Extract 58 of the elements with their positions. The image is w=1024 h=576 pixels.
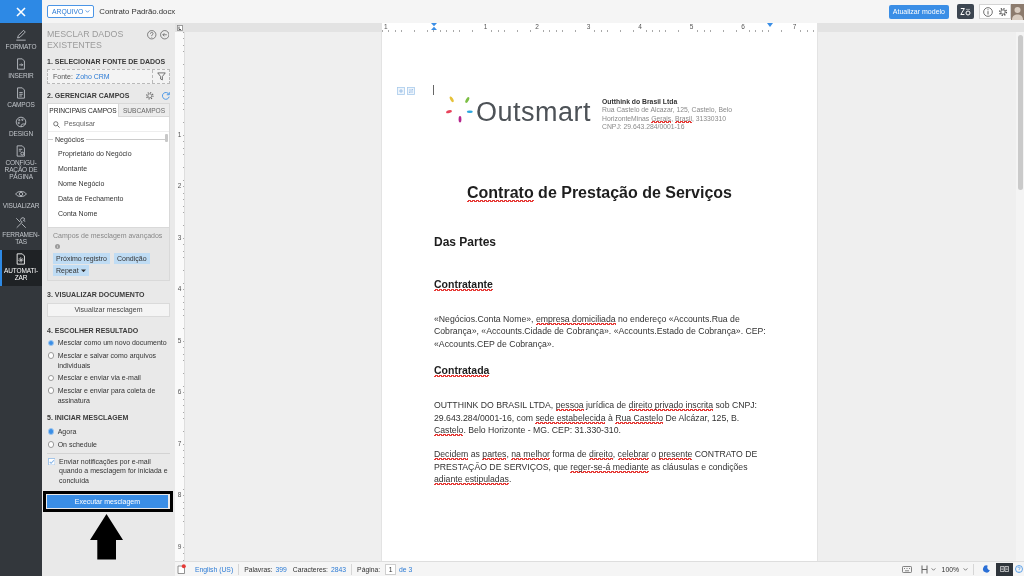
scrollbar-thumb[interactable] bbox=[165, 134, 168, 143]
radio-icon[interactable] bbox=[47, 441, 55, 448]
caret-icon bbox=[85, 10, 91, 13]
paragraph: OUTTHINK DO BRASIL LTDA, pessoa jurídica de direito privado inscrita sob CNPJ: 29.643.284/0001-16, com sede estabelecida à Rua Castelo De Alcázar, 125, B. Castelo. Belo Horizonte - MG. CEP: 31.330-310. bbox=[434, 399, 758, 437]
panel-title: MESCLAR DADOS EXISTENTES bbox=[47, 29, 125, 52]
pen-icon bbox=[15, 29, 27, 41]
logo-icon bbox=[446, 95, 473, 123]
reading-mode-button[interactable] bbox=[996, 562, 1013, 576]
tab-stop-icon[interactable] bbox=[177, 24, 183, 31]
logo-text: Outsmart bbox=[476, 97, 592, 126]
fit-width-button[interactable] bbox=[920, 564, 936, 574]
scrollbar-thumb[interactable] bbox=[1017, 35, 1023, 190]
fit-width-icon bbox=[920, 564, 928, 574]
search-icon bbox=[53, 120, 60, 128]
info-icon[interactable] bbox=[982, 6, 993, 17]
avatar-icon[interactable] bbox=[1011, 3, 1024, 20]
zigzag-circle-icon bbox=[960, 7, 971, 16]
paragraph: Decidem as partes, na melhor forma de direito, celebrar o presente CONTRATO DE PRESTAÇÃO DE SERVIÇOS, que reger-se-á mediante as cláusulas e condições adiante estipuladas. bbox=[434, 448, 759, 486]
paragraph: «Negócios.Conta Nome», empresa domiciliada no endereço «Accounts.Rua de Cobrança», «Accounts.Cidade de Cobrança». «Accounts.Estado de Cobrança». CEP: «Accounts.CEP de Cobrança». bbox=[434, 312, 767, 351]
document-alert-icon[interactable] bbox=[177, 564, 186, 574]
document-heading: Contrato de Prestação de Serviços bbox=[466, 183, 733, 203]
radio-icon[interactable] bbox=[47, 374, 55, 382]
info-icon[interactable] bbox=[55, 243, 60, 249]
caret-icon bbox=[930, 567, 936, 571]
checkbox-icon[interactable] bbox=[47, 457, 55, 466]
document-gear-icon bbox=[15, 253, 27, 265]
document-lines-icon bbox=[15, 87, 27, 99]
back-icon[interactable] bbox=[159, 30, 169, 40]
symbol-button[interactable] bbox=[957, 4, 974, 19]
settings-icon[interactable] bbox=[145, 91, 155, 101]
document-arrow-icon bbox=[15, 58, 27, 70]
text-cursor bbox=[433, 85, 434, 95]
add-box-icon[interactable] bbox=[397, 87, 405, 95]
radio-icon[interactable] bbox=[47, 352, 55, 360]
close-icon bbox=[16, 6, 26, 17]
book-icon bbox=[1000, 565, 1009, 573]
radio-icon[interactable] bbox=[47, 339, 55, 347]
help-icon[interactable] bbox=[1015, 565, 1023, 573]
caret-icon bbox=[963, 567, 968, 571]
swap-box-icon[interactable] bbox=[407, 87, 415, 95]
filter-icon[interactable] bbox=[156, 71, 166, 81]
eye-icon bbox=[15, 188, 27, 200]
document-settings-icon bbox=[15, 145, 27, 157]
radio-icon[interactable] bbox=[47, 428, 55, 435]
subsection-heading: Contratante bbox=[434, 277, 494, 291]
close-button[interactable] bbox=[0, 0, 42, 23]
moon-icon bbox=[982, 565, 991, 573]
settings-icon[interactable] bbox=[997, 6, 1008, 17]
refresh-icon[interactable] bbox=[160, 91, 170, 101]
section-heading: Das Partes bbox=[434, 234, 498, 250]
radio-icon[interactable] bbox=[47, 387, 55, 395]
palette-icon bbox=[15, 116, 27, 128]
up-arrow-icon bbox=[90, 514, 123, 560]
tools-icon bbox=[15, 217, 27, 229]
keyboard-icon[interactable] bbox=[901, 565, 912, 573]
subsection-heading: Contratada bbox=[434, 364, 491, 378]
indent-marker-icon[interactable] bbox=[431, 23, 437, 30]
help-icon[interactable] bbox=[147, 30, 157, 40]
